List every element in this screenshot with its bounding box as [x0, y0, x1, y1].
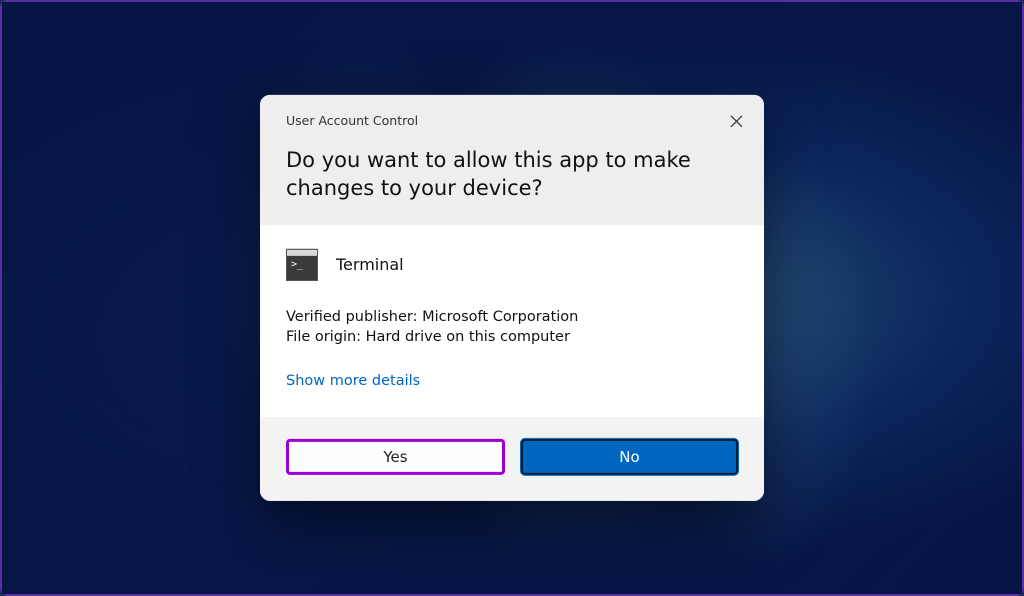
dialog-title: User Account Control: [286, 113, 738, 128]
dialog-header: User Account Control Do you want to allo…: [260, 95, 764, 225]
show-more-details-link[interactable]: Show more details: [286, 373, 420, 389]
dialog-footer: Yes No: [260, 417, 764, 501]
origin-line: File origin: Hard drive on this computer: [286, 327, 738, 347]
dialog-body: >_ Terminal Verified publisher: Microsof…: [260, 225, 764, 418]
terminal-icon: >_: [286, 249, 318, 281]
app-info-row: >_ Terminal: [286, 249, 738, 281]
publisher-line: Verified publisher: Microsoft Corporatio…: [286, 307, 738, 327]
no-button[interactable]: No: [521, 439, 738, 475]
yes-button[interactable]: Yes: [286, 439, 505, 475]
close-icon: [730, 114, 743, 127]
uac-dialog: User Account Control Do you want to allo…: [260, 95, 764, 501]
dialog-heading: Do you want to allow this app to make ch…: [286, 146, 738, 203]
app-name: Terminal: [336, 255, 404, 274]
close-button[interactable]: [724, 109, 748, 133]
